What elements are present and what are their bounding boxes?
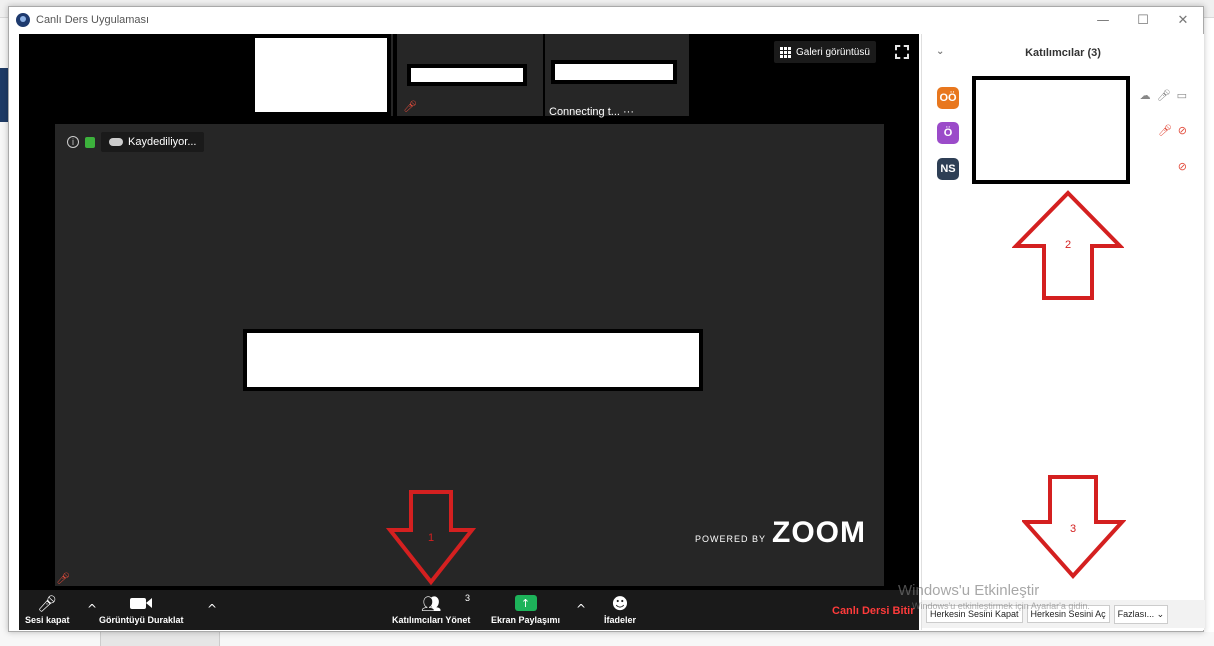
- redaction-box: [407, 64, 527, 86]
- participants-count-badge: 3: [465, 593, 471, 603]
- window-title: Canlı Ders Uygulaması: [36, 14, 150, 26]
- end-meeting-button[interactable]: Canlı Dersi Bitir: [832, 605, 915, 617]
- video-options-caret-icon[interactable]: ^: [207, 602, 217, 616]
- microphone-icon: 🎤︎: [37, 593, 58, 613]
- avatar: Ö: [937, 122, 959, 144]
- connecting-status: Connecting t... ···: [549, 106, 634, 118]
- recording-label: Kaydediliyor...: [128, 136, 197, 148]
- cloud-icon: [109, 138, 123, 146]
- manage-participants-button[interactable]: 👥︎ Katılımcıları Yönet: [392, 593, 471, 626]
- cloud-recording-icon: ☁: [1139, 89, 1151, 102]
- share-options-caret-icon[interactable]: ^: [576, 602, 586, 616]
- participants-panel-header: ⌄ Katılımcılar (3): [922, 34, 1204, 72]
- redaction-box: [243, 329, 703, 391]
- avatar: NS: [937, 158, 959, 180]
- powered-by-label: POWERED BY: [694, 534, 766, 544]
- lock-icon[interactable]: [85, 136, 95, 148]
- participant-status-icons: ☁ 🎤︎ ▭: [1140, 89, 1187, 102]
- share-screen-button[interactable]: ↑ Ekran Paylaşımı: [491, 594, 560, 625]
- more-options-label: Fazlası...: [1117, 608, 1155, 619]
- annotation-number: 1: [428, 532, 434, 544]
- gallery-view-label: Galeri görüntüsü: [796, 46, 870, 58]
- avatar: OÖ: [937, 87, 959, 109]
- recording-badge[interactable]: Kaydediliyor...: [101, 132, 205, 152]
- reactions-label: İfadeler: [604, 615, 637, 625]
- share-screen-icon: ↑: [514, 595, 537, 611]
- fullscreen-icon[interactable]: [895, 45, 909, 59]
- title-bar: Canlı Ders Uygulaması — ☐ ✕: [9, 7, 1203, 33]
- stop-video-button[interactable]: Görüntüyü Duraklat: [99, 594, 184, 625]
- video-off-icon[interactable]: ⊘: [1178, 124, 1187, 137]
- meeting-toolbar: 🎤︎ Sesi kapat ^ Görüntüyü Duraklat ^ 👥︎ …: [19, 590, 919, 630]
- reactions-button[interactable]: ☻ İfadeler: [604, 593, 637, 626]
- microphone-icon[interactable]: 🎤︎: [1157, 89, 1171, 102]
- video-off-icon[interactable]: ⊘: [1178, 160, 1187, 173]
- zoom-branding: POWERED BY ZOOM: [695, 516, 866, 550]
- muted-mic-icon: 🎤︎: [403, 100, 417, 113]
- activation-watermark-sub: Windows'u etkinleştirmek için Ayarlar'a …: [912, 601, 1090, 611]
- window-controls: — ☐ ✕: [1083, 7, 1203, 33]
- minimize-button[interactable]: —: [1083, 7, 1123, 33]
- stop-video-label: Görüntüyü Duraklat: [99, 615, 184, 625]
- redaction-box: [251, 34, 391, 116]
- muted-mic-icon: 🎤︎: [56, 572, 70, 585]
- participant-thumbnail-1[interactable]: [251, 34, 393, 116]
- redaction-box: [551, 60, 677, 84]
- audio-options-caret-icon[interactable]: ^: [87, 602, 97, 616]
- app-logo-icon: [16, 13, 30, 27]
- share-screen-label: Ekran Paylaşımı: [491, 615, 561, 625]
- activation-watermark: Windows'u Etkinleştir: [898, 582, 1040, 599]
- mute-button[interactable]: 🎤︎ Sesi kapat: [25, 593, 70, 626]
- video-camera-icon: [130, 594, 153, 612]
- background-app-bottom: [0, 632, 1214, 646]
- smiley-plus-icon: ☻: [611, 593, 629, 613]
- chevron-down-icon[interactable]: ⌄: [936, 46, 944, 57]
- video-camera-icon[interactable]: ▭: [1177, 89, 1187, 102]
- annotation-arrow-3: 3: [1022, 475, 1126, 579]
- meeting-info-bar: i Kaydediliyor...: [67, 132, 205, 152]
- redaction-box: [972, 76, 1130, 184]
- annotation-number: 3: [1070, 523, 1076, 535]
- participant-status-icons: ⊘: [1178, 160, 1187, 173]
- manage-participants-label: Katılımcıları Yönet: [392, 615, 471, 625]
- maximize-button[interactable]: ☐: [1123, 7, 1163, 33]
- muted-mic-icon[interactable]: 🎤︎: [1158, 124, 1172, 137]
- participant-thumbnail-3[interactable]: [545, 34, 689, 116]
- grid-icon: [780, 46, 791, 58]
- close-button[interactable]: ✕: [1163, 7, 1203, 33]
- background-app-segment: [100, 632, 220, 646]
- annotation-arrow-1: 1: [386, 490, 476, 585]
- annotation-arrow-2: 2: [1012, 190, 1124, 300]
- info-icon[interactable]: i: [67, 136, 79, 148]
- more-options-button[interactable]: Fazlası... ⌄: [1113, 604, 1169, 624]
- participant-thumbnail-2[interactable]: 🎤︎: [397, 34, 543, 116]
- mute-label: Sesi kapat: [25, 615, 70, 625]
- zoom-logo: ZOOM: [772, 516, 866, 549]
- annotation-number: 2: [1065, 239, 1071, 251]
- connecting-dots: ···: [623, 106, 634, 118]
- gallery-view-button[interactable]: Galeri görüntüsü: [774, 41, 876, 63]
- participants-icon: 👥︎: [421, 593, 442, 613]
- participants-panel-title: Katılımcılar (3): [1025, 47, 1101, 59]
- connecting-label: Connecting t...: [549, 106, 620, 118]
- participant-status-icons: 🎤︎ ⊘: [1158, 124, 1187, 137]
